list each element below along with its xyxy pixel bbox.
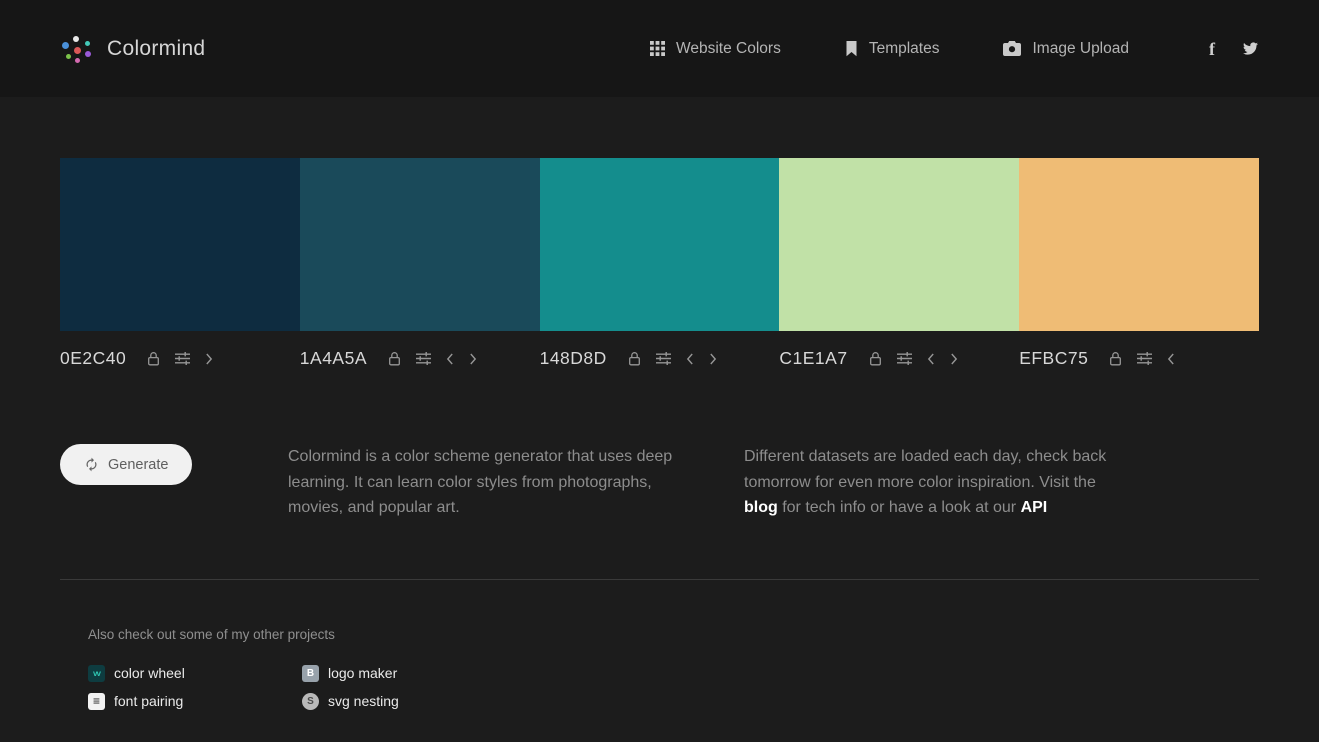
color-swatch[interactable] <box>60 158 300 331</box>
twitter-icon[interactable] <box>1242 41 1259 56</box>
hex-code-label[interactable]: 0E2C40 <box>60 348 126 369</box>
api-link[interactable]: API <box>1021 499 1048 516</box>
description-right-text: Different datasets are loaded each day, … <box>744 448 1107 491</box>
palette <box>60 158 1259 331</box>
swatch-controls: 148D8D <box>540 348 780 369</box>
main-nav: Website Colors Templates Image Upload <box>650 40 1129 58</box>
project-logo-maker[interactable]: B logo maker <box>302 664 399 682</box>
nav-label: Website Colors <box>676 39 781 57</box>
chevron-left-icon[interactable] <box>446 353 454 365</box>
project-label: color wheel <box>114 665 185 681</box>
header: Colormind Website Colors Templates Image… <box>0 0 1319 97</box>
description-right: Different datasets are loaded each day, … <box>744 444 1200 521</box>
swatch-controls: C1E1A7 <box>779 348 1019 369</box>
colormind-logo-icon <box>60 34 94 64</box>
footer-heading: Also check out some of my other projects <box>88 626 335 642</box>
project-font-pairing[interactable]: ≡ font pairing <box>88 692 302 710</box>
sliders-icon[interactable] <box>175 352 191 365</box>
lock-icon[interactable] <box>388 351 401 366</box>
project-label: font pairing <box>114 693 184 709</box>
swatch-controls: 0E2C40 <box>60 348 300 369</box>
lock-icon[interactable] <box>869 351 882 366</box>
project-color-wheel[interactable]: vv color wheel <box>88 664 302 682</box>
description-right-text: for tech info or have a look at our <box>777 499 1021 516</box>
nav-website-colors[interactable]: Website Colors <box>650 40 781 58</box>
bookmark-icon <box>845 40 858 57</box>
facebook-icon[interactable]: f <box>1209 40 1215 58</box>
footer: Also check out some of my other projects… <box>88 627 1319 710</box>
social-links: f <box>1209 40 1259 58</box>
nav-label: Image Upload <box>1032 39 1129 57</box>
palette-controls: 0E2C40 1A4A5A 148D8D C1E1A7 EFBC75 <box>60 331 1259 369</box>
color-swatch[interactable] <box>299 158 540 331</box>
hex-code-label[interactable]: EFBC75 <box>1019 348 1088 369</box>
logo-maker-icon: B <box>302 664 319 682</box>
blog-link[interactable]: blog <box>744 499 778 516</box>
project-svg-nesting[interactable]: S svg nesting <box>302 692 399 710</box>
chevron-left-icon[interactable] <box>927 353 935 365</box>
project-links: vv color wheel B logo maker ≡ font pairi… <box>88 664 1319 710</box>
color-swatch[interactable] <box>1019 158 1259 331</box>
chevron-right-icon[interactable] <box>205 353 213 365</box>
swatch-controls: 1A4A5A <box>300 348 540 369</box>
description-left: Colormind is a color scheme generator th… <box>288 448 673 516</box>
nav-templates[interactable]: Templates <box>845 39 940 58</box>
font-pairing-icon: ≡ <box>88 692 105 710</box>
chevron-right-icon[interactable] <box>950 353 958 365</box>
lock-icon[interactable] <box>147 351 160 366</box>
chevron-left-icon[interactable] <box>1167 353 1175 365</box>
chevron-right-icon[interactable] <box>709 353 717 365</box>
grid-icon <box>650 41 666 56</box>
sliders-icon[interactable] <box>416 352 432 365</box>
refresh-icon <box>84 457 99 472</box>
nav-image-upload[interactable]: Image Upload <box>1003 40 1129 58</box>
color-swatch[interactable] <box>539 158 780 331</box>
project-label: svg nesting <box>328 693 399 709</box>
lock-icon[interactable] <box>628 351 641 366</box>
generate-button[interactable]: Generate <box>60 444 193 485</box>
hex-code-label[interactable]: 148D8D <box>540 348 607 369</box>
sliders-icon[interactable] <box>896 352 912 365</box>
swatch-controls: EFBC75 <box>1019 348 1259 369</box>
hex-code-label[interactable]: 1A4A5A <box>300 348 367 369</box>
lock-icon[interactable] <box>1109 351 1122 366</box>
camera-icon <box>1003 41 1022 56</box>
nav-label: Templates <box>868 39 940 57</box>
info-row: Generate Colormind is a color scheme gen… <box>60 444 1259 521</box>
generate-button-label: Generate <box>108 456 169 473</box>
logo[interactable]: Colormind <box>60 34 205 64</box>
color-swatch[interactable] <box>779 158 1020 331</box>
hex-code-label[interactable]: C1E1A7 <box>779 348 847 369</box>
sliders-icon[interactable] <box>1137 352 1153 365</box>
chevron-left-icon[interactable] <box>686 353 694 365</box>
section-divider <box>60 578 1259 580</box>
color-wheel-icon: vv <box>88 664 105 682</box>
sliders-icon[interactable] <box>655 352 671 365</box>
project-label: logo maker <box>328 665 398 681</box>
svg-nesting-icon: S <box>302 692 319 710</box>
logo-text: Colormind <box>107 36 206 60</box>
chevron-right-icon[interactable] <box>469 353 477 365</box>
